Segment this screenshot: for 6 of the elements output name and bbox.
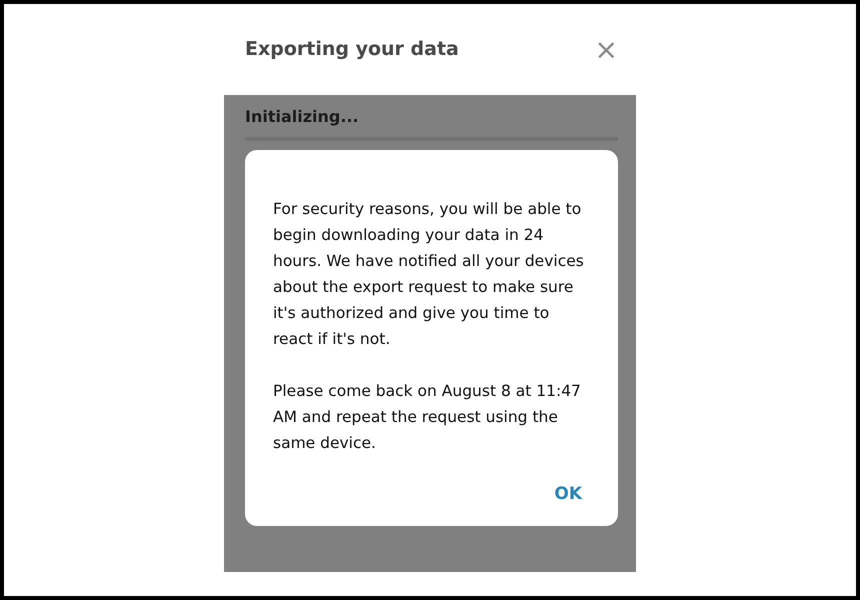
alert-message: Please come back on August 8 at 11:47 AM and repeat the request using the same device.	[273, 381, 582, 454]
dialog-title: Exporting your data	[245, 38, 459, 61]
close-button[interactable]: ×	[590, 36, 622, 64]
ok-button[interactable]: OK	[548, 482, 588, 508]
progress-status: Initializing...	[245, 106, 360, 128]
alert-message: For security reasons, you will be able to begin downloading your data in 24 hours. We have notified all your devices about the export request to make sure it's authorized and give you time to react if it's not.	[273, 199, 585, 350]
